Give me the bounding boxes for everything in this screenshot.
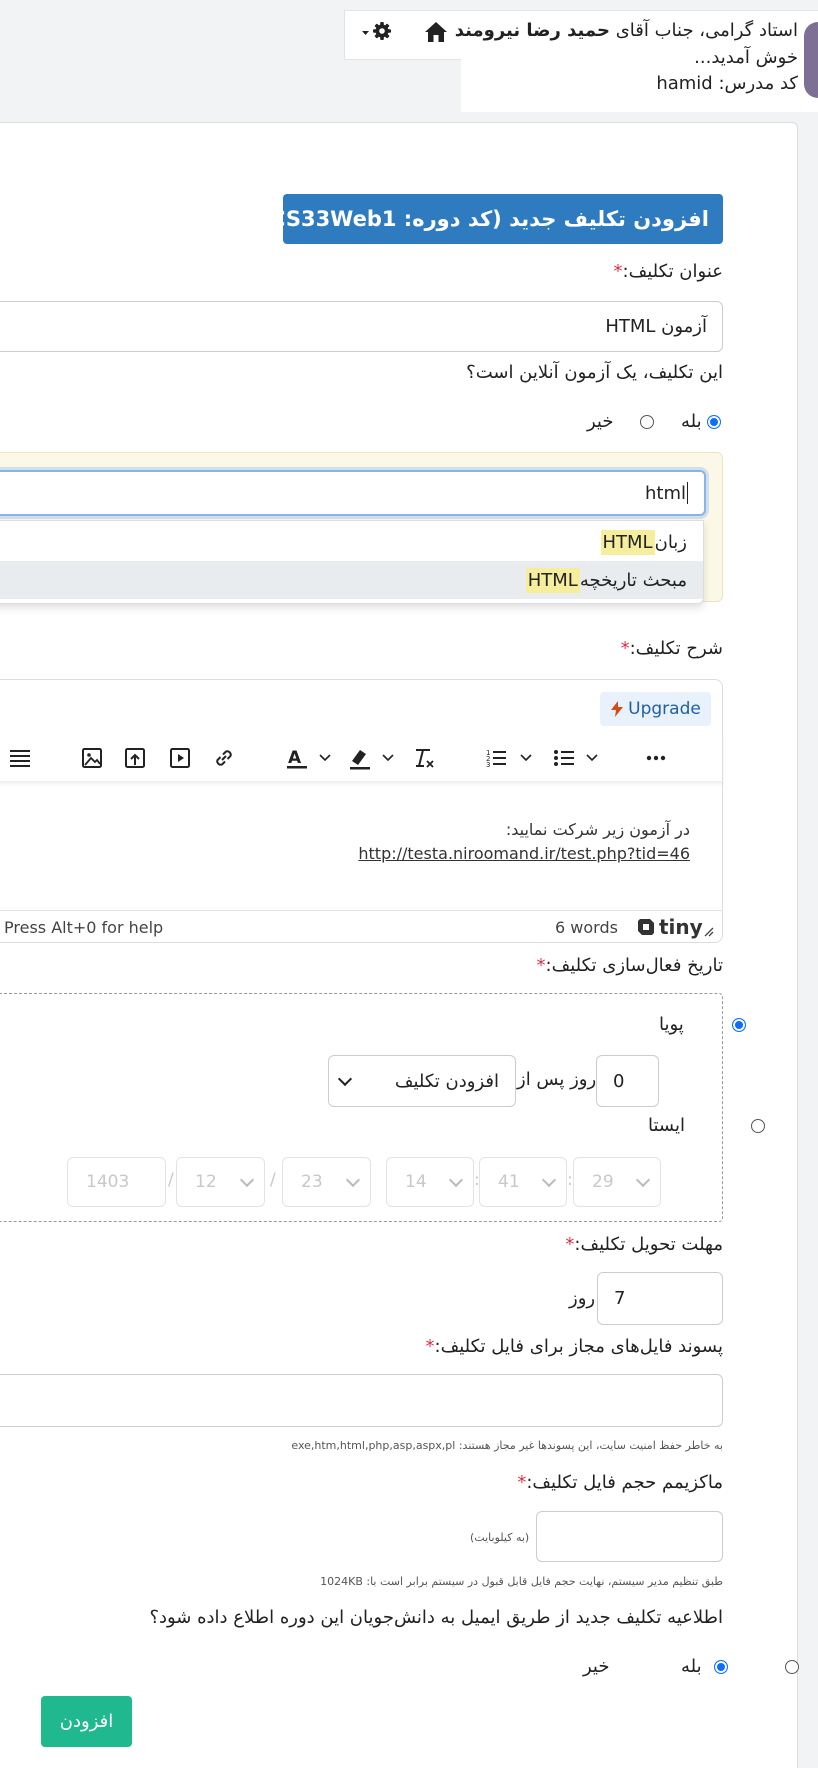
upload-icon[interactable] bbox=[123, 746, 147, 770]
text-color-icon[interactable]: A bbox=[285, 746, 335, 770]
online-yes-label: بله bbox=[681, 411, 702, 432]
static-label: ایستا bbox=[648, 1115, 685, 1136]
after-event-select[interactable]: افزودن تکلیف bbox=[328, 1055, 516, 1107]
static-year[interactable]: 1403 bbox=[67, 1157, 166, 1207]
static-day[interactable]: 23 bbox=[282, 1157, 371, 1207]
notify-question: اطلاعیه تکلیف جدید از طریق ایمیل به دانش… bbox=[149, 1607, 723, 1628]
avatar[interactable] bbox=[804, 22, 818, 98]
chevron-down-icon bbox=[337, 1071, 353, 1087]
resize-handle-icon[interactable] bbox=[702, 925, 714, 937]
editor-statusbar: Press Alt+0 for help 6 words tiny bbox=[0, 910, 723, 943]
tiny-brand[interactable]: tiny bbox=[636, 915, 703, 939]
teacher-name: حمید رضا نیرومند bbox=[454, 20, 610, 41]
editor-content[interactable]: در آزمون زیر شرکت نمایید: http://testa.n… bbox=[358, 818, 690, 866]
notify-no-label: خیر bbox=[583, 1656, 610, 1677]
upgrade-button[interactable]: Upgrade bbox=[600, 692, 711, 726]
exam-link[interactable]: http://testa.niroomand.ir/test.php?tid=4… bbox=[358, 842, 690, 866]
deadline-days-input[interactable]: 7 bbox=[597, 1272, 723, 1325]
word-count: 6 words bbox=[555, 918, 618, 937]
media-icon[interactable] bbox=[168, 746, 192, 770]
online-no-label: خیر bbox=[587, 411, 614, 432]
suggestion-item-active[interactable]: مبحث تاریخچه HTML bbox=[0, 561, 703, 599]
extensions-label: پسوند فایل‌های مجاز برای فایل تکلیف:* bbox=[425, 1336, 723, 1357]
static-minute[interactable]: 41 bbox=[479, 1157, 567, 1207]
link-icon[interactable] bbox=[212, 746, 236, 770]
welcome-text: خوش آمدید... bbox=[694, 47, 798, 68]
static-second[interactable]: 29 bbox=[573, 1157, 661, 1207]
date-separator: / bbox=[168, 1170, 174, 1190]
chevron-down-icon bbox=[345, 1172, 361, 1188]
home-icon[interactable] bbox=[423, 20, 449, 44]
teacher-code: کد مدرس: hamid bbox=[656, 73, 798, 94]
title-label: عنوان تکلیف:* bbox=[613, 261, 723, 282]
submit-button[interactable]: افزودن bbox=[41, 1696, 132, 1747]
deadline-unit: روز bbox=[569, 1288, 596, 1309]
bolt-icon bbox=[611, 701, 624, 717]
extensions-hint: به خاطر حفظ امنیت سایت، این پسوندها غیر … bbox=[291, 1439, 723, 1452]
notify-yes-radio[interactable] bbox=[784, 1660, 799, 1674]
chevron-down-icon bbox=[448, 1172, 464, 1188]
suggestion-dropdown: زبان HTML مبحث تاریخچه HTML bbox=[0, 520, 704, 604]
page-title: افزودن تکلیف جدید (کد دوره: CS33Web1) bbox=[260, 194, 723, 244]
chevron-down-icon bbox=[239, 1172, 255, 1188]
static-month[interactable]: 12 bbox=[176, 1157, 265, 1207]
image-icon[interactable] bbox=[80, 746, 104, 770]
maxsize-hint: طبق تنظیم مدیر سیستم، نهایت حجم فایل قاب… bbox=[320, 1575, 723, 1588]
days-after-label: روز پس از bbox=[517, 1069, 597, 1090]
extensions-input[interactable] bbox=[0, 1374, 723, 1427]
maxsize-label: ماکزیمم حجم فایل تکلیف:* bbox=[517, 1472, 723, 1493]
dynamic-radio[interactable] bbox=[731, 1018, 746, 1032]
more-icon[interactable] bbox=[644, 746, 668, 770]
chevron-down-icon bbox=[635, 1172, 651, 1188]
tiny-logo-icon bbox=[638, 919, 654, 935]
description-label: شرح تکلیف:* bbox=[620, 638, 723, 659]
gear-icon[interactable] bbox=[362, 20, 392, 42]
deadline-label: مهلت تحویل تکلیف:* bbox=[565, 1234, 723, 1255]
dynamic-days-input[interactable]: 0 bbox=[596, 1055, 659, 1107]
exam-search-input[interactable]: html bbox=[0, 470, 706, 516]
clear-formatting-icon[interactable] bbox=[412, 746, 436, 770]
time-separator: : bbox=[567, 1170, 573, 1190]
align-justify-icon[interactable] bbox=[8, 746, 32, 770]
text-caret bbox=[687, 482, 688, 504]
suggestion-item[interactable]: زبان HTML bbox=[0, 523, 703, 561]
highlight-color-icon[interactable] bbox=[348, 746, 398, 770]
maxsize-unit: (به کیلوبایت) bbox=[470, 1531, 530, 1544]
svg-text:3: 3 bbox=[486, 761, 490, 769]
editor-toolbar: 123 A bbox=[0, 734, 723, 782]
chevron-down-icon bbox=[541, 1172, 557, 1188]
notify-no-radio[interactable] bbox=[714, 1660, 729, 1674]
svg-text:A: A bbox=[288, 748, 302, 768]
activation-label: تاریخ فعال‌سازی تکلیف:* bbox=[536, 955, 724, 976]
online-exam-question: این تکلیف، یک آزمون آنلاین است؟ bbox=[466, 362, 723, 383]
numbered-list-icon[interactable]: 123 bbox=[486, 746, 536, 770]
maxsize-input[interactable] bbox=[536, 1511, 723, 1562]
editor-line: در آزمون زیر شرکت نمایید: bbox=[505, 820, 690, 839]
greeting: استاد گرامی، جناب آقای حمید رضا نیرومند bbox=[454, 20, 798, 41]
dynamic-label: پویا bbox=[659, 1014, 684, 1035]
caret-down-icon bbox=[362, 31, 369, 35]
bullet-list-icon[interactable] bbox=[552, 746, 602, 770]
static-hour[interactable]: 14 bbox=[386, 1157, 474, 1207]
help-hint: Press Alt+0 for help bbox=[4, 918, 164, 937]
notify-yes-label: بله bbox=[681, 1656, 702, 1677]
title-input[interactable]: آزمون HTML bbox=[0, 301, 723, 352]
online-yes-radio[interactable] bbox=[707, 415, 721, 429]
date-separator: / bbox=[270, 1170, 276, 1190]
